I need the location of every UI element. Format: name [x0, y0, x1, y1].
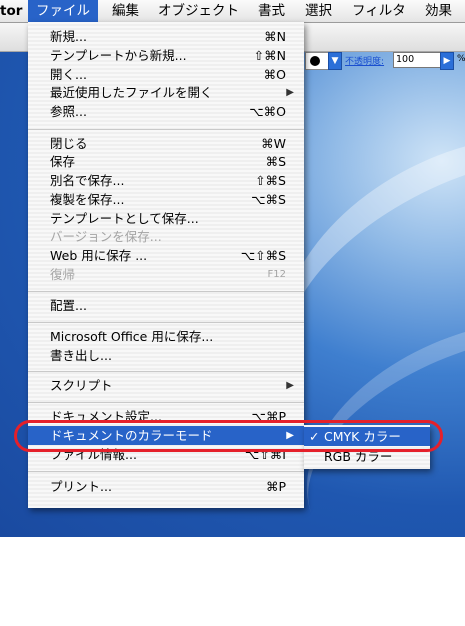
submenu-arrow-icon: ▶ [286, 380, 294, 391]
menu-filter[interactable]: フィルタ [352, 0, 406, 22]
percent-sign: % [457, 54, 465, 64]
menu-item-close[interactable]: 閉じる ⌘W [28, 134, 304, 153]
menu-item-scripts[interactable]: スクリプト ▶ [28, 376, 304, 395]
menu-effect[interactable]: 効果 [425, 0, 452, 22]
menu-edit[interactable]: 編集 [112, 0, 139, 22]
menu-item-place[interactable]: 配置... [28, 296, 304, 315]
menu-item-open-recent[interactable]: 最近使用したファイルを開く ▶ [28, 83, 304, 102]
fill-color-swatch[interactable] [305, 52, 329, 70]
menu-file[interactable]: ファイル [28, 0, 98, 22]
opacity-label[interactable]: 不透明度: [345, 54, 384, 67]
menu-select[interactable]: 選択 [305, 0, 332, 22]
annotation-highlight-ring [14, 420, 443, 452]
submenu-arrow-icon: ▶ [286, 87, 294, 98]
menu-separator [28, 129, 304, 130]
menu-item-save-for-web[interactable]: Web 用に保存 ... ⌥⇧⌘S [28, 246, 304, 265]
menu-separator [28, 322, 304, 323]
menu-separator [28, 291, 304, 292]
menu-item-open[interactable]: 開く... ⌘O [28, 65, 304, 84]
opacity-input[interactable]: 100 [393, 52, 441, 68]
menu-item-save[interactable]: 保存 ⌘S [28, 152, 304, 171]
dropdown-arrow-icon[interactable]: ▼ [328, 52, 342, 70]
menu-item-save-version: バージョンを保存... [50, 229, 162, 244]
menu-separator [28, 371, 304, 372]
menu-object[interactable]: オブジェクト [158, 0, 239, 22]
menu-item-save-as-template[interactable]: テンプレートとして保存... [28, 209, 304, 228]
menu-separator [28, 471, 304, 472]
menu-item-save-as[interactable]: 別名で保存... ⇧⌘S [28, 171, 304, 190]
menu-item-browse[interactable]: 参照... ⌥⌘O [28, 102, 304, 121]
menu-item-save-copy[interactable]: 複製を保存... ⌥⌘S [28, 190, 304, 209]
dropdown-arrow-icon[interactable]: ▶ [440, 52, 454, 70]
menu-item-new-from-template[interactable]: テンプレートから新規... ⇧⌘N [28, 46, 304, 65]
menu-item-print[interactable]: プリント... ⌘P [28, 477, 304, 496]
menu-type[interactable]: 書式 [258, 0, 285, 22]
app-menu[interactable]: tor [0, 0, 22, 22]
menu-bar: tor ファイル 編集 オブジェクト 書式 選択 フィルタ 効果 [0, 0, 465, 23]
menu-item-revert: 復帰 F12 [50, 267, 286, 282]
menu-item-new[interactable]: 新規... ⌘N [28, 27, 304, 46]
menu-item-export[interactable]: 書き出し... [28, 346, 304, 365]
menu-separator [28, 402, 304, 403]
menu-item-save-for-office[interactable]: Microsoft Office 用に保存... [28, 327, 304, 346]
